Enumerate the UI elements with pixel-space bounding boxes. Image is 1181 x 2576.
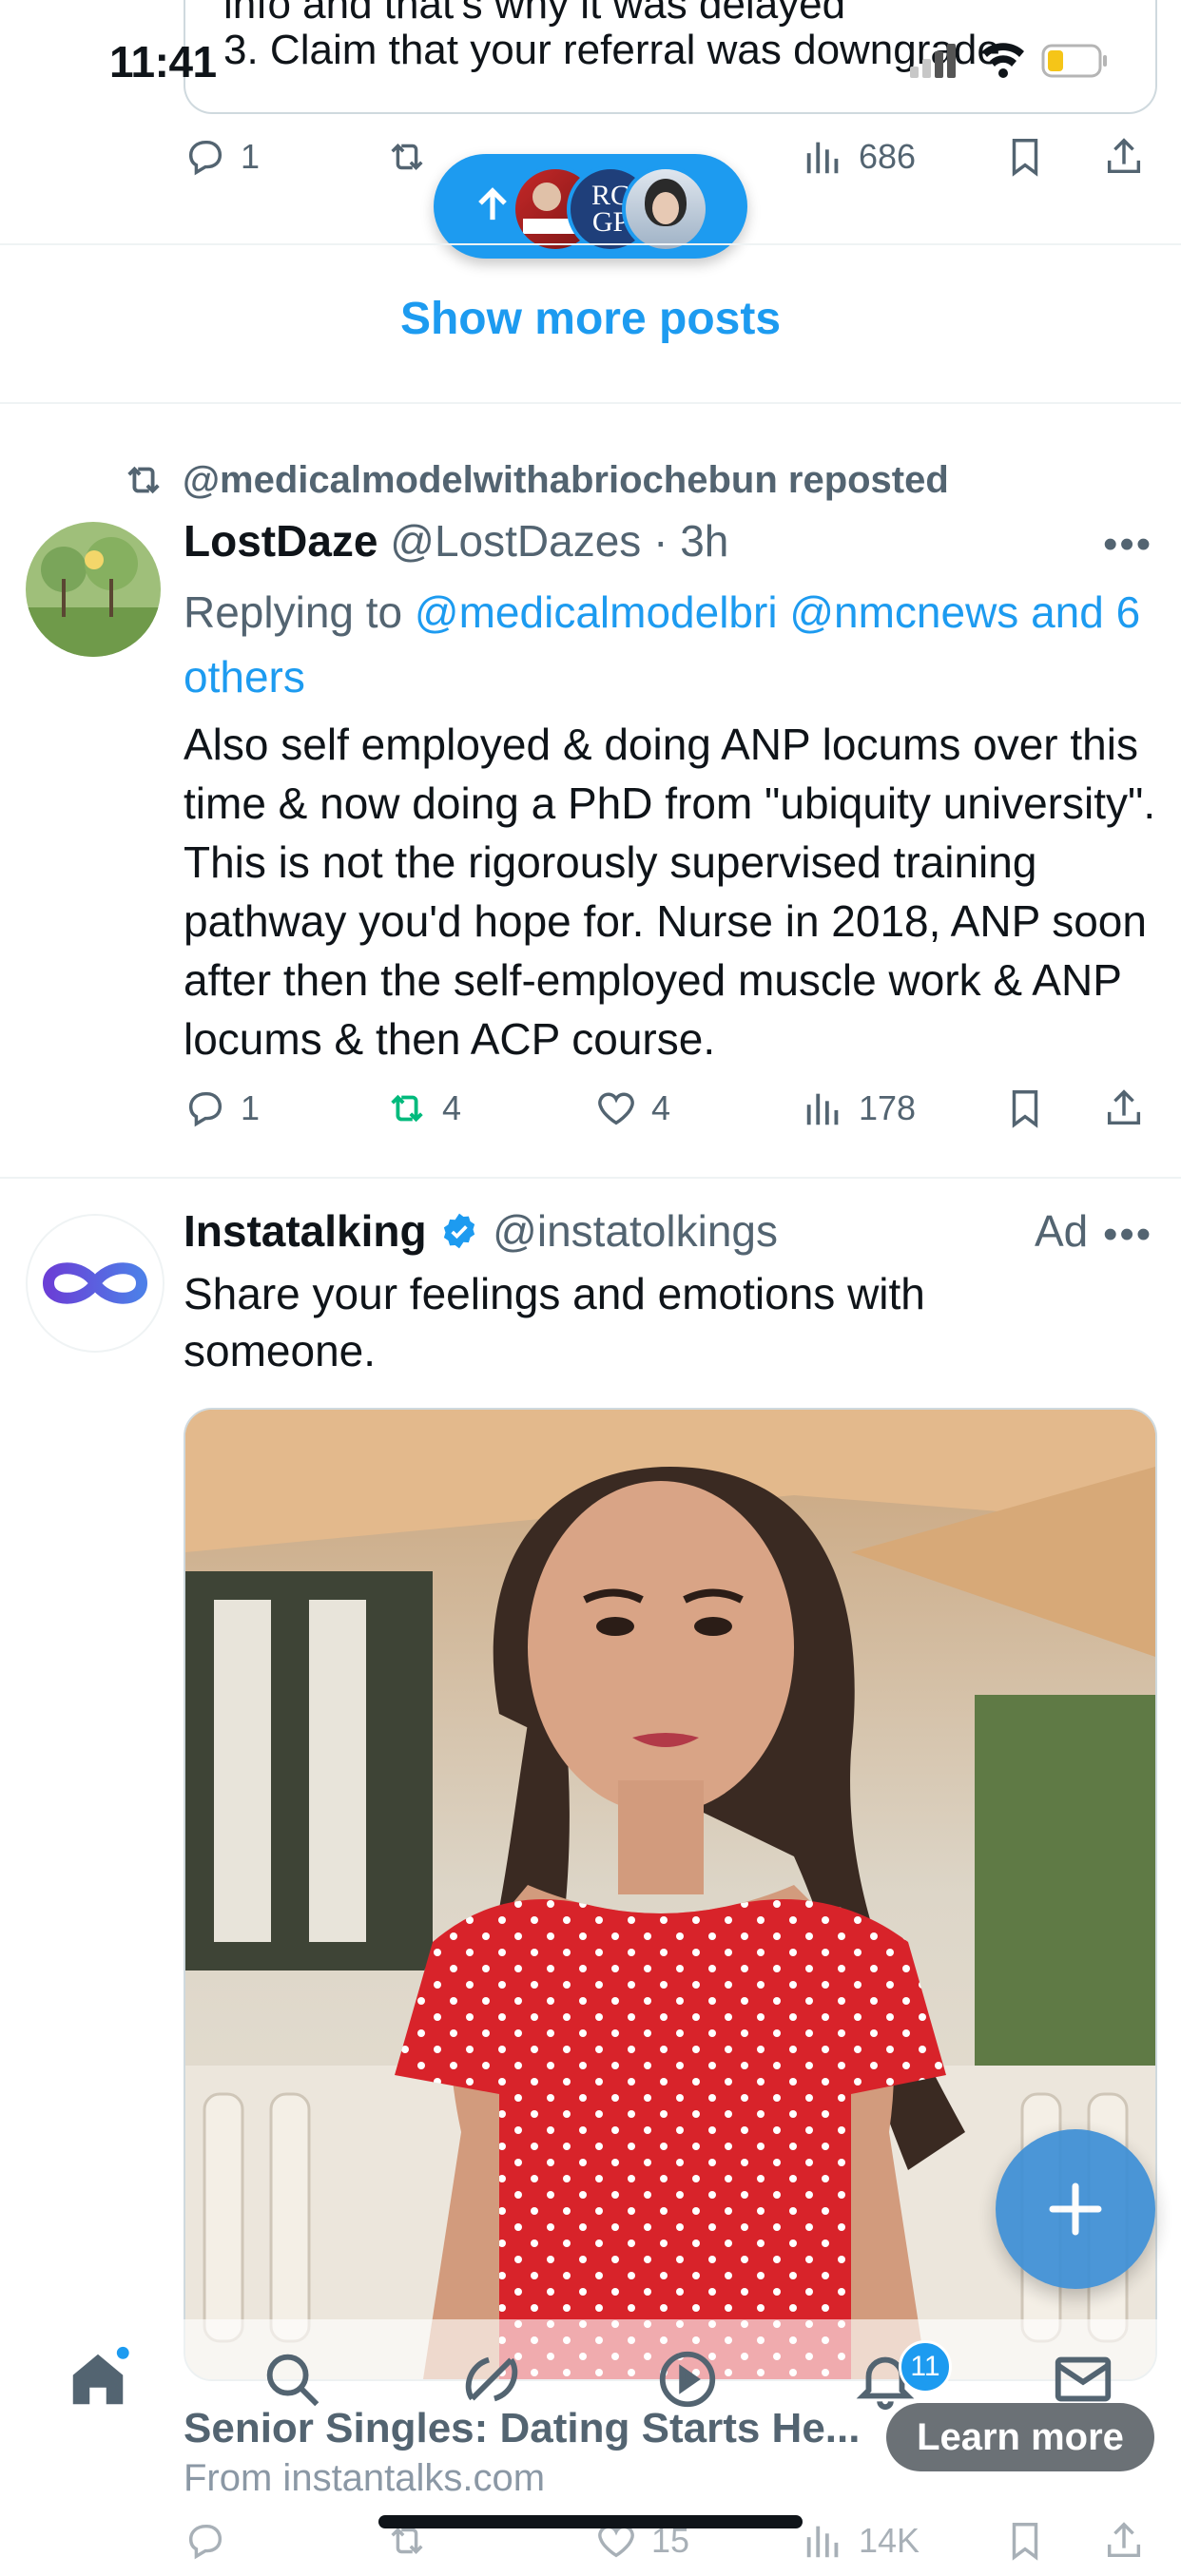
share-icon: [1107, 1089, 1141, 1125]
cellular-signal-icon: [910, 44, 956, 78]
tweet-header: Instatalking @instatolkings: [184, 1205, 778, 1257]
heart-icon: [598, 1092, 634, 1125]
handle[interactable]: @LostDazes: [390, 516, 641, 566]
replying-to-label: Replying to: [184, 587, 403, 637]
arrow-up-icon: [478, 187, 507, 221]
reply-count: 1: [241, 137, 261, 176]
quoted-text-line: 3. Claim that your referral was downgrad…: [223, 27, 1000, 73]
reposted-by-text: @medicalmodelwithabriochebun reposted: [183, 458, 949, 501]
repost-icon: [127, 466, 160, 494]
bookmark-button[interactable]: [1003, 135, 1047, 179]
reply-count: 1: [241, 1088, 261, 1127]
infinity-logo-icon: [42, 1262, 148, 1304]
views-icon: [806, 2526, 839, 2558]
avatar[interactable]: [26, 1214, 165, 1353]
reply-button[interactable]: 1: [184, 135, 260, 179]
quoted-text-line: info and that's why it was delayed: [223, 0, 846, 28]
tweet-text: Also self employed & doing ANP locums ov…: [184, 720, 1156, 1064]
reply-button[interactable]: 1: [184, 1086, 260, 1130]
display-name[interactable]: LostDaze: [184, 516, 378, 566]
views-icon: [806, 142, 839, 174]
views-button[interactable]: 14K: [802, 2519, 920, 2563]
handle[interactable]: @instatolkings: [493, 1206, 778, 1256]
promo-source: From instantalks.com: [184, 2457, 546, 2499]
avatar-image: [26, 522, 161, 657]
views-button[interactable]: 178: [802, 1086, 916, 1130]
like-button[interactable]: 4: [594, 1086, 670, 1130]
bookmark-icon: [1012, 2523, 1038, 2561]
search-icon[interactable]: [259, 2346, 325, 2413]
tweet-text: Share your feelings and emotions with so…: [184, 1269, 925, 1375]
compose-button[interactable]: [996, 2129, 1155, 2289]
replying-to: Replying to @medicalmodelbri @nmcnews an…: [184, 580, 1153, 709]
home-icon[interactable]: [65, 2346, 131, 2413]
reply-icon: [188, 140, 223, 176]
home-indicator: [378, 2515, 803, 2528]
timestamp[interactable]: 3h: [680, 516, 728, 566]
more-options-icon[interactable]: •••: [1103, 1211, 1152, 1259]
bookmark-button[interactable]: [1003, 2519, 1047, 2563]
tweet-header: LostDaze @LostDazes · 3h: [184, 515, 728, 567]
repost-count: 4: [442, 1088, 462, 1127]
divider: [0, 1177, 1181, 1179]
separator-dot: ·: [641, 516, 681, 566]
battery-icon: [1041, 44, 1107, 78]
plus-icon: [1049, 2182, 1102, 2236]
repost-icon: [391, 1094, 423, 1123]
repost-button[interactable]: [385, 135, 429, 179]
ad-label: Ad: [1035, 1206, 1089, 1256]
notification-count-badge: 11: [899, 2340, 952, 2393]
promo-title[interactable]: Senior Singles: Dating Starts He...: [184, 2405, 860, 2452]
learn-more-button[interactable]: Learn more: [886, 2403, 1154, 2471]
bookmark-button[interactable]: [1003, 1086, 1047, 1130]
bookmark-icon: [1012, 1090, 1038, 1128]
avatar: [622, 165, 709, 253]
tweet-actions: 1 4 4 178: [184, 1086, 1153, 1144]
wifi-icon: [982, 43, 1024, 78]
views-count: 686: [859, 137, 917, 176]
display-name[interactable]: Instatalking: [184, 1206, 427, 1256]
reply-button[interactable]: [184, 2519, 227, 2563]
avatar[interactable]: [26, 522, 161, 657]
repost-button[interactable]: 4: [385, 1086, 461, 1130]
reply-icon: [188, 2524, 223, 2560]
status-time: 11:41: [109, 37, 217, 87]
views-count: 178: [859, 1088, 917, 1127]
grok-icon[interactable]: [458, 2346, 525, 2413]
divider: [0, 243, 1181, 245]
reply-icon: [188, 1091, 223, 1127]
show-more-posts-link[interactable]: Show more posts: [0, 293, 1181, 345]
share-button[interactable]: [1102, 135, 1146, 179]
bookmark-icon: [1012, 139, 1038, 177]
views-button[interactable]: 686: [802, 135, 916, 179]
share-button[interactable]: [1102, 2519, 1146, 2563]
views-icon: [806, 1093, 839, 1125]
divider: [0, 402, 1181, 404]
share-icon: [1107, 138, 1141, 174]
like-count: 4: [651, 1088, 671, 1127]
video-icon[interactable]: [654, 2346, 721, 2413]
more-options-icon[interactable]: •••: [1103, 521, 1152, 568]
repost-indicator[interactable]: @medicalmodelwithabriochebun reposted: [122, 458, 949, 502]
share-icon: [1107, 2522, 1141, 2558]
verified-badge-icon: [444, 1213, 475, 1249]
status-icons: [910, 43, 1107, 78]
repost-icon: [391, 144, 423, 170]
share-button[interactable]: [1102, 1086, 1146, 1130]
